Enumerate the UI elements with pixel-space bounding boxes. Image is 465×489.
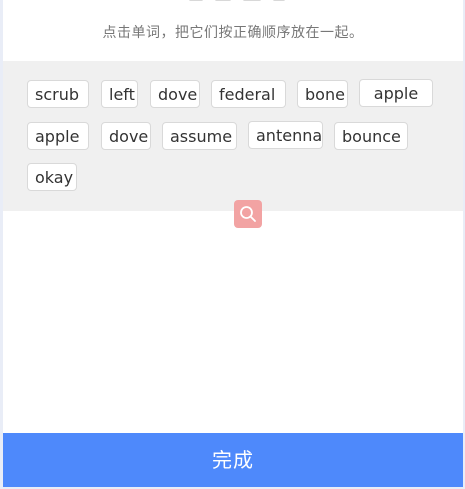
word-chip-assume[interactable]: assume: [162, 122, 237, 150]
word-bank: scrub left dove federal bone apple apple…: [3, 61, 463, 211]
search-icon: [240, 206, 256, 222]
done-button[interactable]: 完成: [3, 433, 463, 487]
instruction-text: 点击单词，把它们按正确顺序放在一起。: [102, 25, 364, 41]
word-chip-left[interactable]: left: [101, 80, 138, 108]
word-chip-apple[interactable]: apple: [359, 79, 433, 107]
word-chip-antenna[interactable]: antenna: [248, 121, 323, 149]
word-chip-federal[interactable]: federal: [211, 80, 286, 108]
search-button[interactable]: [234, 200, 262, 228]
word-chip-dove-2[interactable]: dove: [101, 122, 151, 150]
word-chip-bone[interactable]: bone: [297, 80, 348, 108]
cut-off-header: [3, 0, 463, 4]
word-chip-scrub[interactable]: scrub: [27, 80, 89, 108]
exercise-panel: 点击单词，把它们按正确顺序放在一起。 scrub left dove feder…: [3, 0, 463, 487]
word-chip-bounce[interactable]: bounce: [334, 122, 408, 150]
word-chip-dove[interactable]: dove: [150, 80, 200, 108]
word-chip-okay[interactable]: okay: [27, 163, 77, 191]
word-chip-apple-2[interactable]: apple: [27, 122, 89, 150]
